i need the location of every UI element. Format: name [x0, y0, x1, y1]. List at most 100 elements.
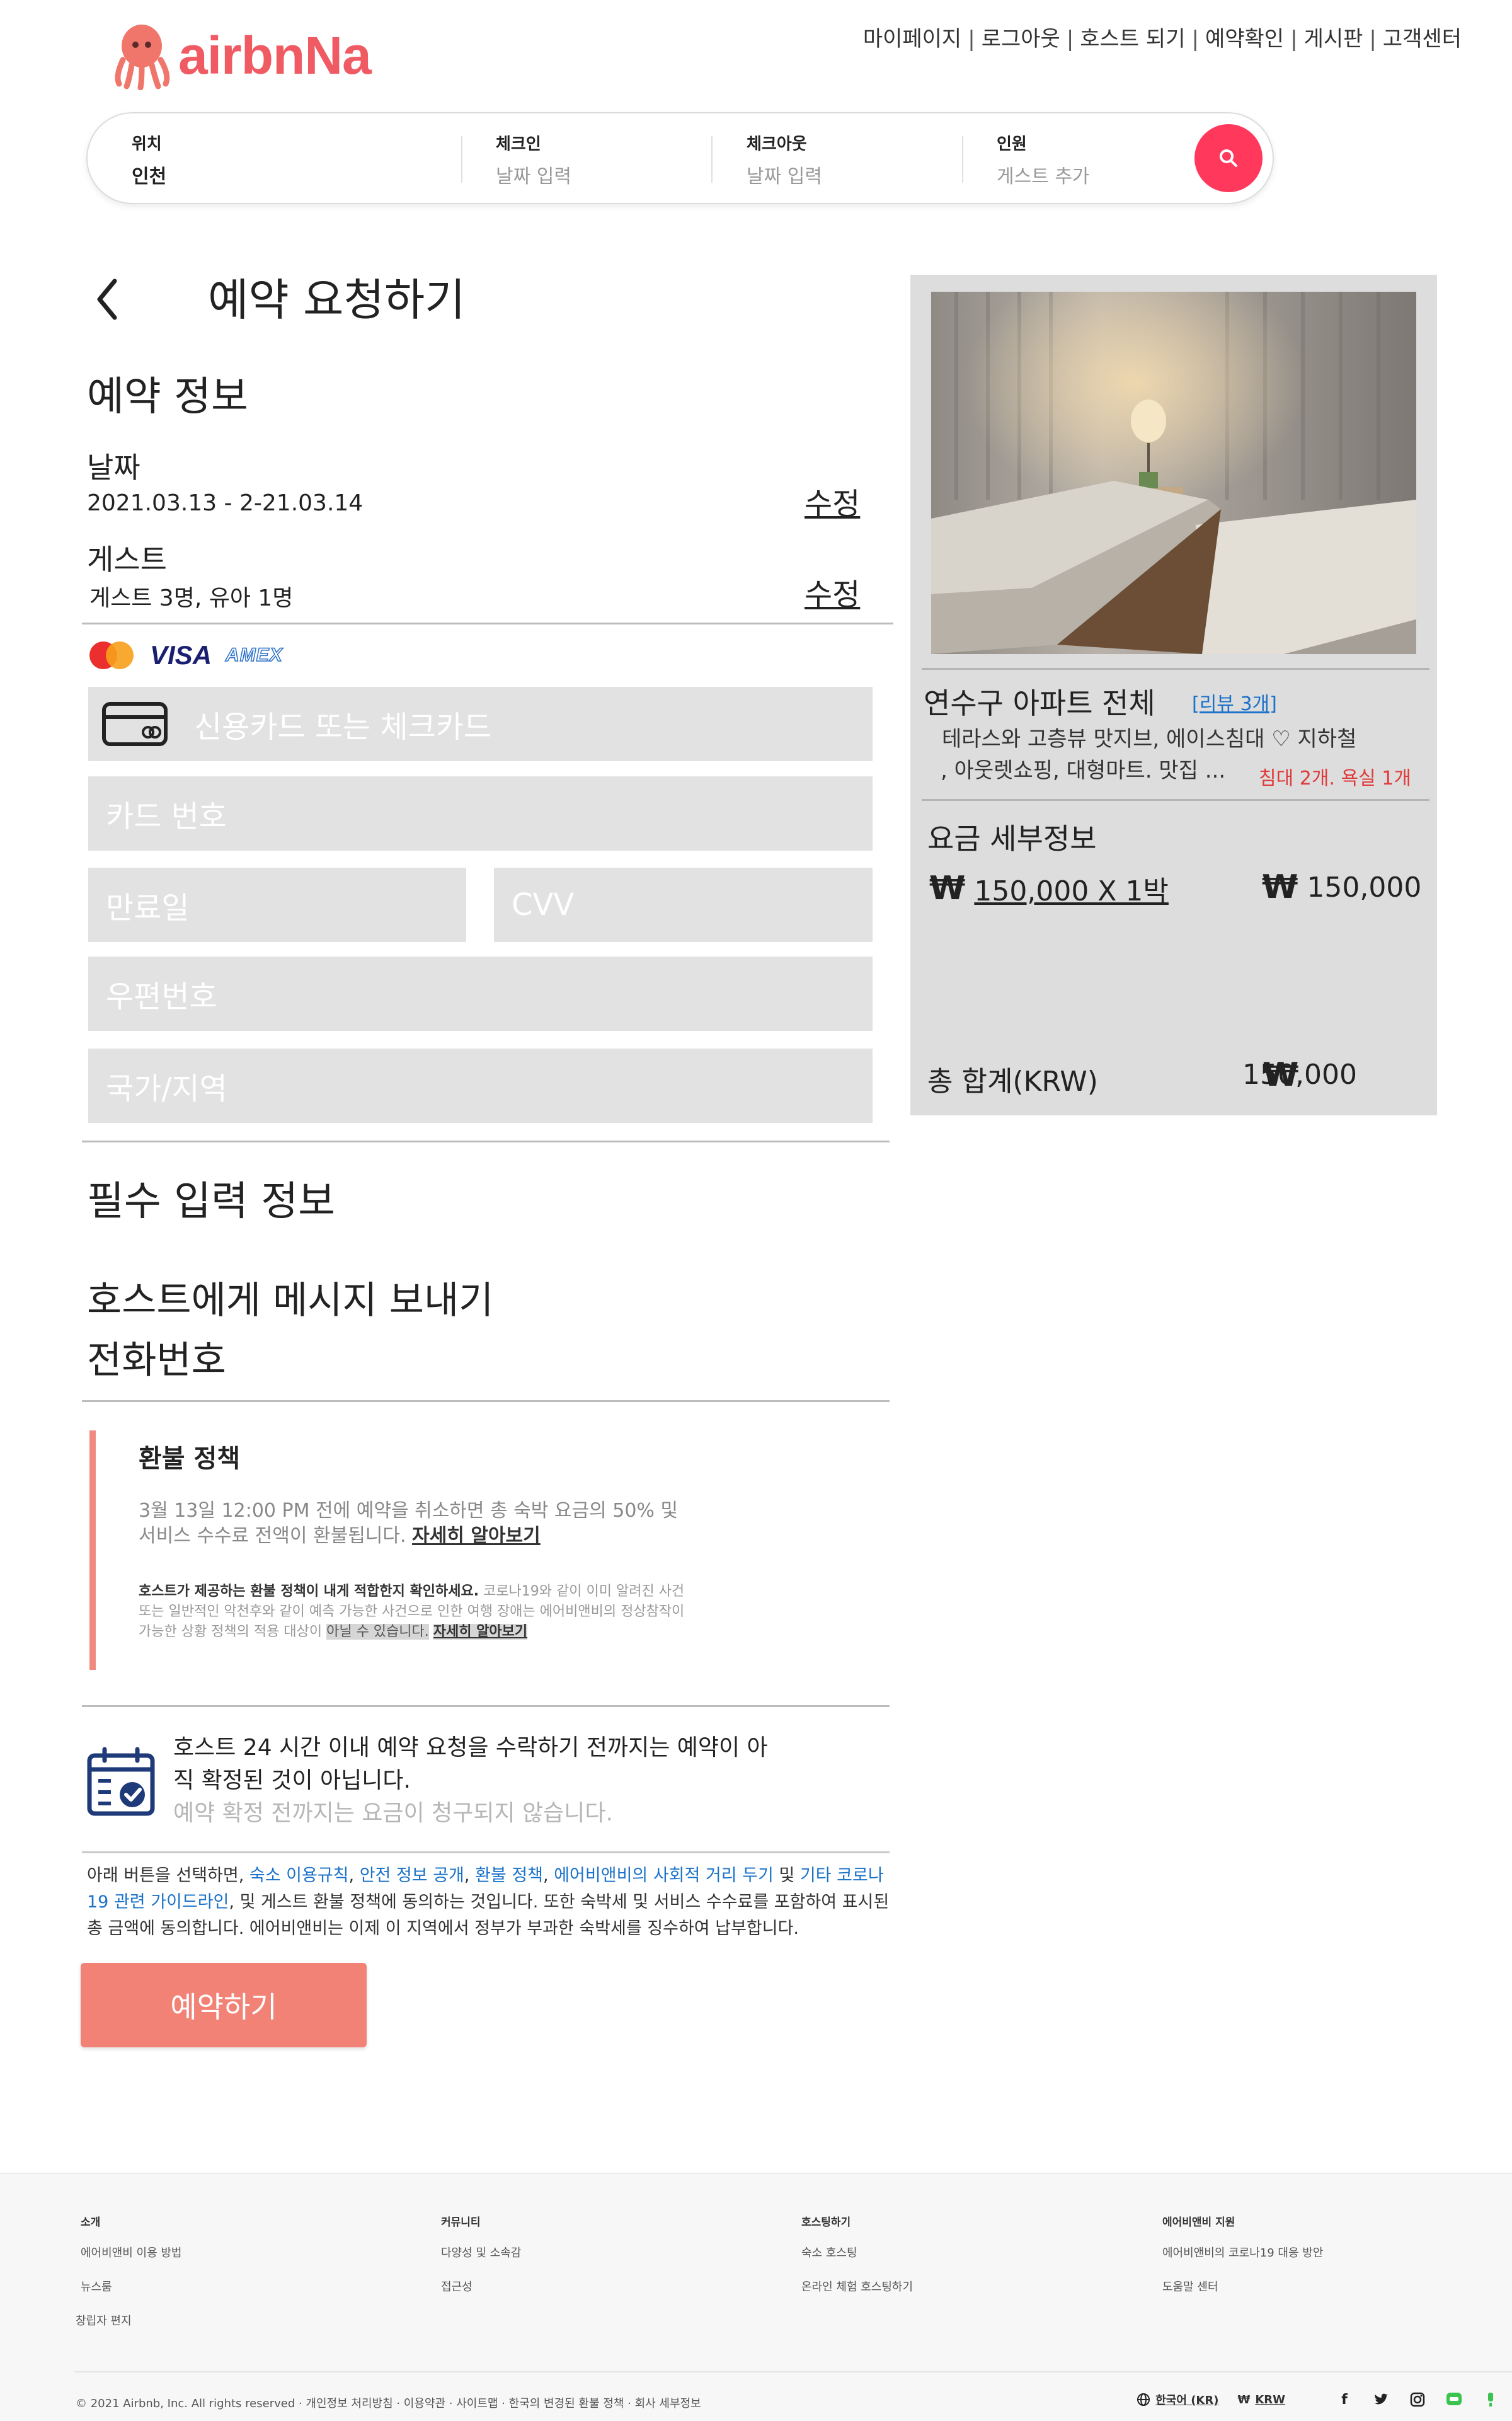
divider: [922, 668, 1429, 670]
footer-heading: 소개: [81, 2216, 101, 2229]
nightly-subtotal-value: 150,000: [1307, 871, 1422, 904]
guests-label: 인원: [997, 135, 1027, 154]
guest-label: 게스트: [87, 543, 167, 577]
back-button[interactable]: [94, 277, 120, 324]
footer-heading: 커뮤니티: [441, 2216, 481, 2229]
card-brands: VISA AMEX: [87, 640, 283, 671]
search-guests[interactable]: 인원 게스트 추가: [997, 131, 1090, 188]
nav-mypage[interactable]: 마이페이지: [863, 26, 961, 52]
booking-info-heading: 예약 정보: [87, 374, 248, 420]
nightly-rate-text: 150,000 X 1박: [974, 875, 1169, 907]
footer-link[interactable]: 접근성: [441, 2278, 521, 2294]
listing-photo[interactable]: [931, 292, 1416, 654]
refund-note-strong: 호스트가 제공하는 환불 정책이 내게 적합한지 확인하세요.: [139, 1584, 479, 1599]
nav-become-host[interactable]: 호스트 되기: [1080, 26, 1185, 52]
won-icon: ₩: [929, 870, 966, 907]
divider: [74, 2371, 1512, 2372]
total-amount: 150,000: [1242, 1059, 1357, 1091]
cvv-input[interactable]: CVV: [494, 868, 873, 942]
globe-icon: [1137, 2393, 1150, 2406]
country-select[interactable]: 국가/지역: [88, 1049, 873, 1123]
search-button[interactable]: [1194, 124, 1263, 192]
date-edit-link[interactable]: 수정: [805, 479, 860, 523]
footer-col-community: 커뮤니티 다양성 및 소속감 접근성: [441, 2213, 521, 2312]
nav-support[interactable]: 고객센터: [1383, 26, 1462, 52]
search-icon: [1220, 149, 1237, 167]
divider: [962, 136, 963, 183]
divider: [711, 136, 713, 183]
checkin-placeholder: 날짜 입력: [496, 166, 571, 188]
checkout-label: 체크아웃: [747, 135, 807, 154]
nav-logout[interactable]: 로그아웃: [982, 26, 1060, 52]
footer-legal-link[interactable]: 한국의 변경된 환불 정책: [509, 2397, 624, 2410]
footer-link[interactable]: 온라인 체험 호스팅하기: [801, 2278, 913, 2294]
terms-and: 및: [773, 1866, 800, 1885]
terms-link-house-rules[interactable]: 숙소 이용규칙: [249, 1866, 349, 1885]
top-nav: 마이페이지 | 로그아웃 | 호스트 되기 | 예약확인 | 게시판 | 고객센터: [862, 26, 1462, 52]
search-checkout[interactable]: 체크아웃 날짜 입력: [747, 131, 822, 188]
phone-number-link[interactable]: 전화번호: [87, 1330, 226, 1384]
divider: [82, 1141, 890, 1142]
guest-value: 게스트 3명, 유아 1명: [89, 585, 294, 611]
terms-text: 아래 버튼을 선택하면, 숙소 이용규칙, 안전 정보 공개, 환불 정책, 에…: [87, 1866, 890, 1938]
footer-link[interactable]: 창립자 편지: [76, 2312, 181, 2328]
calendar-check-icon: [86, 1747, 156, 1820]
total-value: 150,000 ₩: [1242, 1056, 1362, 1096]
line-icon[interactable]: [1445, 2391, 1463, 2408]
footer-link[interactable]: 뉴스룸: [81, 2278, 181, 2294]
beds-info: 침대 2개. 욕실 1개: [1259, 768, 1411, 790]
footer-link[interactable]: 에어비앤비 이용 방법: [81, 2244, 181, 2260]
checkout-placeholder: 날짜 입력: [747, 166, 822, 188]
terms-link-safety[interactable]: 안전 정보 공개: [360, 1866, 464, 1885]
listing-desc-line2: , 아웃렛쇼핑, 대형마트. 맛집 ...: [941, 758, 1226, 783]
book-button[interactable]: 예약하기: [81, 1963, 367, 2047]
listing-title: 연수구 아파트 전체: [924, 686, 1155, 720]
won-icon: ₩: [1262, 868, 1298, 906]
footer-col-hosting: 호스팅하기 숙소 호스팅 온라인 체험 호스팅하기: [801, 2213, 913, 2312]
checkin-label: 체크인: [496, 135, 541, 154]
guest-edit-link[interactable]: 수정: [805, 570, 860, 614]
twitter-icon[interactable]: [1372, 2391, 1390, 2408]
expiry-input[interactable]: 만료일: [88, 868, 466, 942]
footer-link[interactable]: 도움말 센터: [1162, 2278, 1323, 2294]
postal-code-input[interactable]: 우편번호: [88, 957, 873, 1031]
message-host-link[interactable]: 호스트에게 메시지 보내기: [87, 1270, 493, 1325]
notice-main: 호스트 24 시간 이내 예약 요청을 수락하기 전까지는 예약이 아직 확정된…: [173, 1735, 768, 1793]
search-location[interactable]: 위치 인천: [132, 131, 166, 188]
listing-desc-line1: 테라스와 고층뷰 맛지브, 에이스침대 ♡ 지하철: [942, 727, 1357, 752]
location-label: 위치: [132, 135, 162, 154]
instagram-icon[interactable]: [1409, 2391, 1426, 2408]
language-label: 한국어 (KR): [1155, 2394, 1219, 2407]
reviews-link[interactable]: [리뷰 3개]: [1192, 688, 1277, 716]
currency-selector[interactable]: ₩ KRW: [1237, 2393, 1285, 2407]
nav-reservations[interactable]: 예약확인: [1205, 26, 1284, 52]
search-checkin[interactable]: 체크인 날짜 입력: [496, 131, 571, 188]
footer-heading: 에어비앤비 지원: [1162, 2216, 1235, 2229]
footer-link[interactable]: 다양성 및 소속감: [441, 2244, 521, 2260]
location-value: 인천: [132, 166, 167, 188]
card-number-input[interactable]: 카드 번호: [88, 776, 873, 851]
nav-board[interactable]: 게시판: [1304, 26, 1363, 52]
footer-link[interactable]: 에어비앤비의 코로나19 대응 방안: [1162, 2244, 1323, 2260]
refund-learn-more-link[interactable]: 자세히 알아보기: [412, 1525, 541, 1547]
date-value: 2021.03.13 - 2-21.03.14: [87, 490, 364, 516]
footer-legal-link[interactable]: 사이트맵: [456, 2397, 498, 2410]
footer-heading: 호스팅하기: [801, 2216, 851, 2229]
octopus-logo-icon: [115, 25, 170, 90]
footer-legal-link[interactable]: 이용약관: [404, 2397, 445, 2410]
terms-link-distancing[interactable]: 에어비앤비의 사회적 거리 두기: [554, 1866, 774, 1885]
card-type-select[interactable]: 신용카드 또는 체크카드: [88, 687, 873, 761]
logo[interactable]: airbnNa: [110, 18, 375, 93]
terms-link-refund[interactable]: 환불 정책: [475, 1866, 543, 1885]
footer-legal-link[interactable]: 개인정보 처리방침: [306, 2397, 392, 2410]
footer-link[interactable]: 숙소 호스팅: [801, 2244, 913, 2260]
refund-note-link[interactable]: 자세히 알아보기: [433, 1624, 528, 1640]
footer-legal-link[interactable]: 회사 세부정보: [635, 2397, 701, 2410]
notice-sub: 예약 확정 전까지는 요금이 청구되지 않습니다.: [173, 1800, 613, 1826]
language-selector[interactable]: 한국어 (KR): [1137, 2391, 1218, 2408]
facebook-icon[interactable]: f: [1336, 2391, 1353, 2408]
naver-blog-icon[interactable]: [1482, 2391, 1499, 2408]
won-icon: ₩: [1237, 2393, 1251, 2407]
guests-placeholder: 게스트 추가: [997, 166, 1090, 188]
refund-title: 환불 정책: [139, 1444, 241, 1473]
